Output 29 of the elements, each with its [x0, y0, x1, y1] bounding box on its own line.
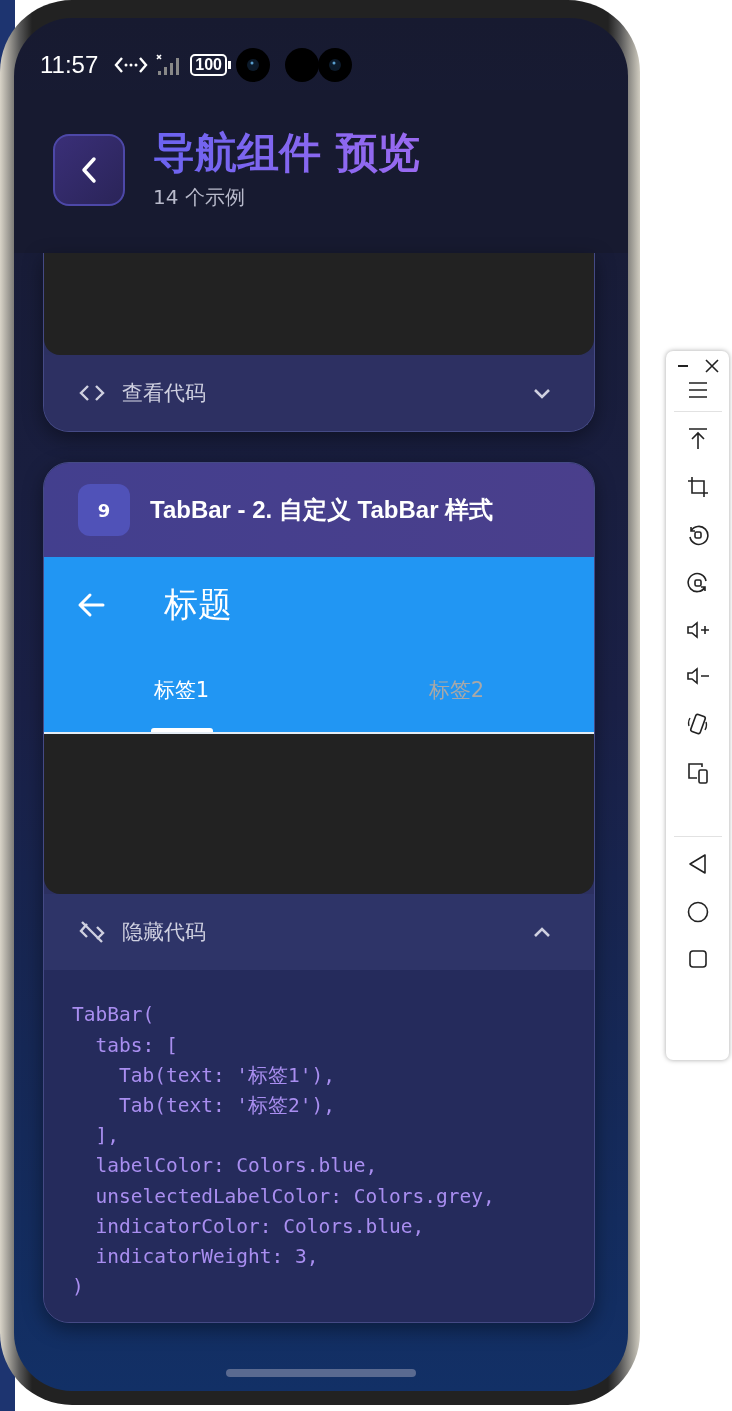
rotate-left-icon[interactable] — [686, 524, 709, 546]
code-block: TabBar( tabs: [ Tab(text: '标签1'), Tab(text: '标签2'), ], labelColor: Colors.blue, unselectedLabelColor: Colors.grey, indicatorColor: Colors.blue, indicatorWeight: 3, ) — [44, 970, 594, 1323]
code-toggle[interactable]: 隐藏代码 — [44, 894, 594, 971]
menu-icon[interactable] — [687, 381, 708, 399]
data-transfer-icon — [114, 55, 149, 75]
volume-up-icon[interactable] — [685, 620, 710, 640]
home-circle-icon[interactable] — [686, 901, 709, 923]
status-time: 11:57 — [40, 51, 99, 79]
recents-square-icon[interactable] — [687, 949, 708, 969]
arrow-to-top-icon[interactable] — [687, 428, 708, 450]
back-triangle-icon[interactable] — [687, 853, 708, 875]
volume-down-icon[interactable] — [685, 666, 710, 686]
devices-icon[interactable] — [686, 762, 709, 784]
back-arrow-icon[interactable] — [76, 591, 106, 618]
rotate-phone-icon[interactable] — [686, 712, 709, 736]
rotate-right-icon[interactable] — [686, 572, 709, 594]
close-icon[interactable] — [704, 359, 719, 373]
tab-indicator — [150, 728, 213, 733]
back-icon — [79, 154, 99, 185]
crop-icon[interactable] — [686, 476, 709, 498]
example-number: 9 — [78, 484, 130, 537]
camera-icon — [235, 47, 353, 83]
example-title: TabBar - 2. 自定义 TabBar 样式 — [150, 495, 494, 526]
page-subtitle: 14 个示例 — [153, 184, 246, 212]
code-toggle[interactable]: 查看代码 — [44, 355, 594, 432]
app-bar-title: 标题 — [164, 582, 232, 626]
battery-level: 100 — [190, 54, 227, 76]
chevron-down-icon — [532, 386, 552, 401]
back-button[interactable] — [53, 133, 125, 206]
